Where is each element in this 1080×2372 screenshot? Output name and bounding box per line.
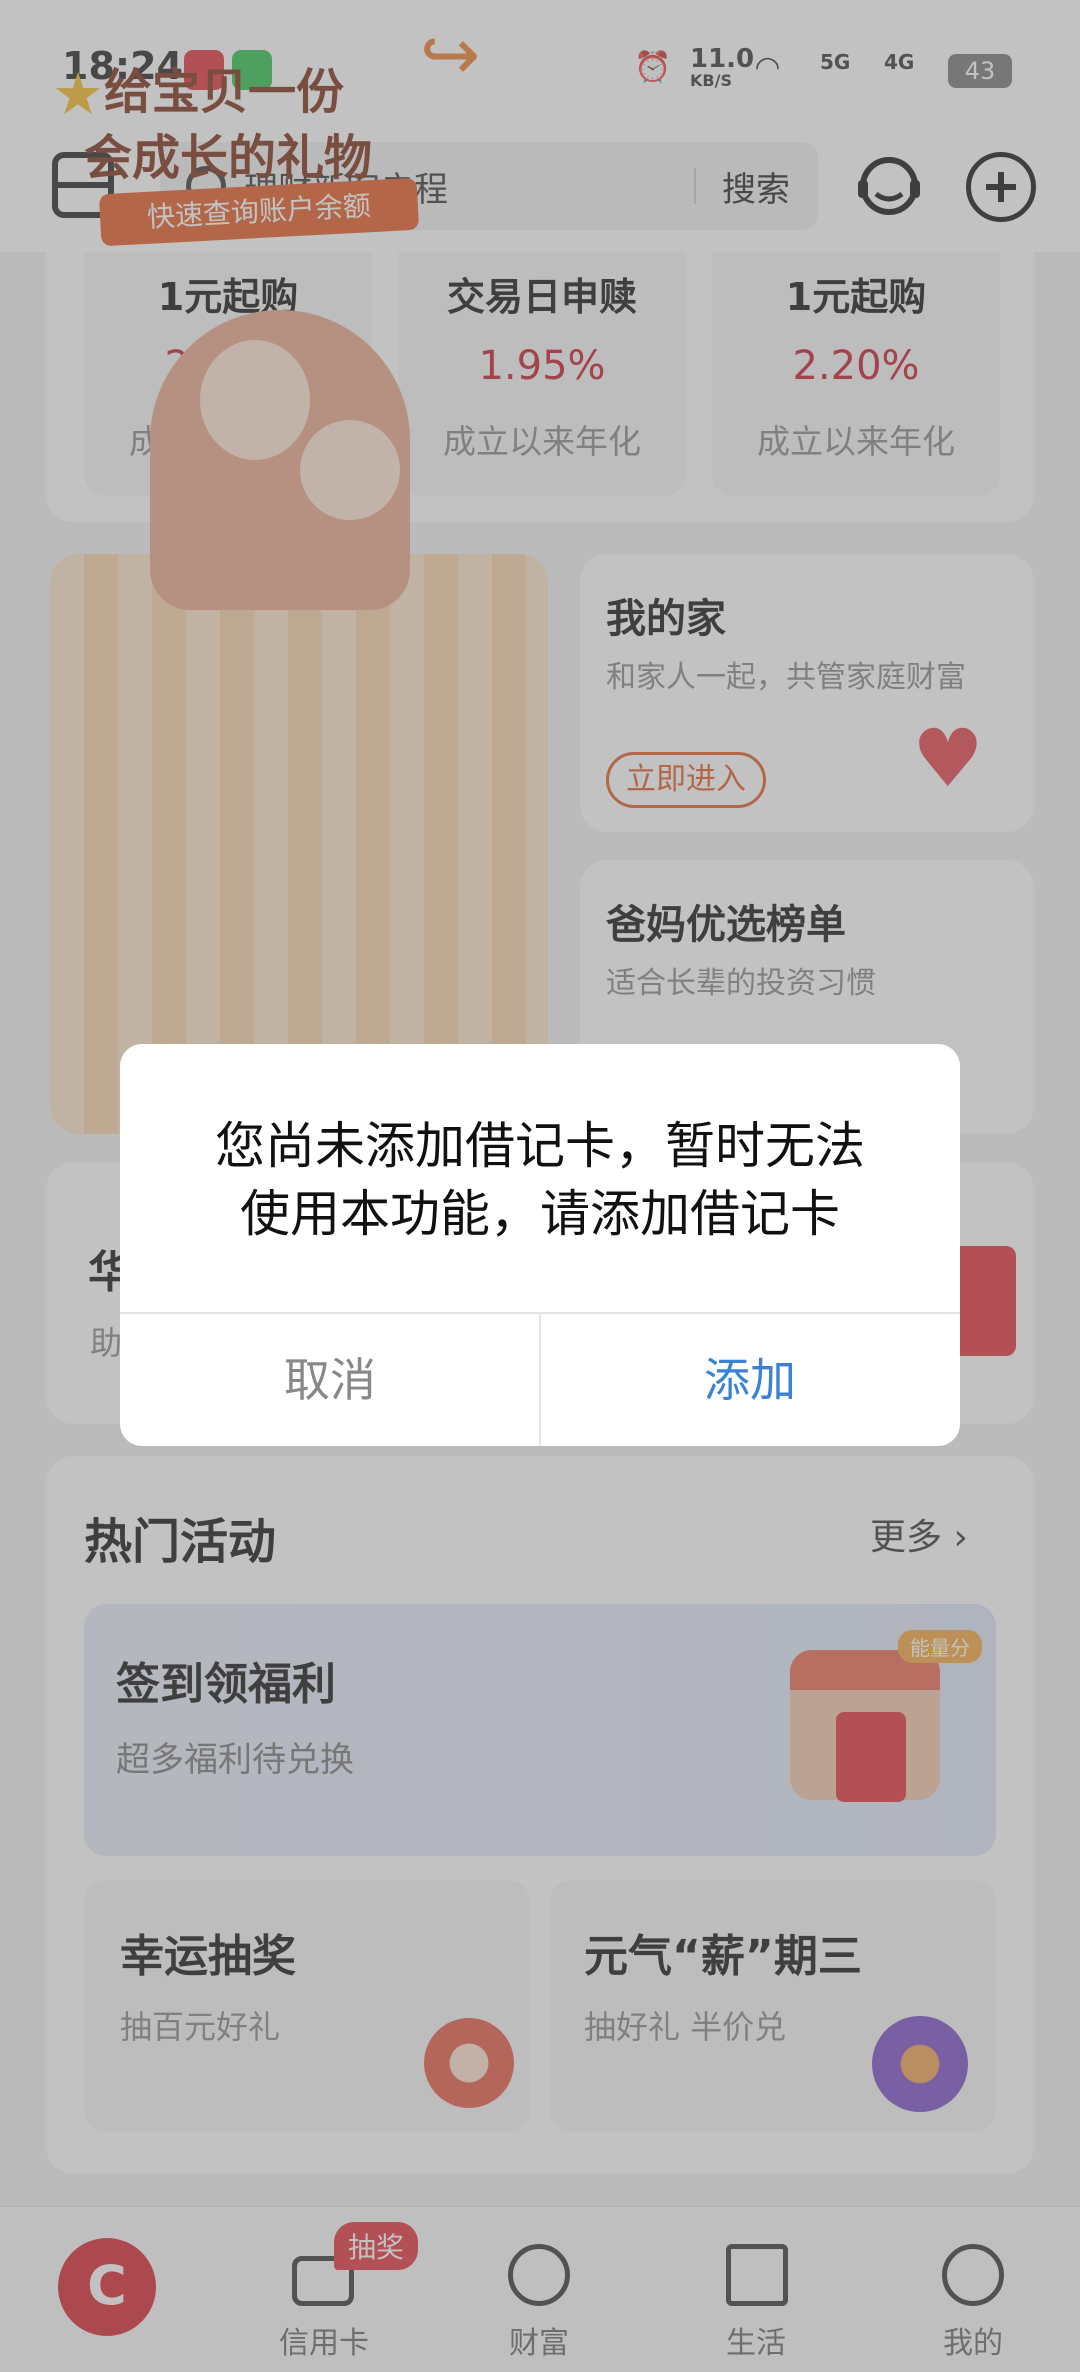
dialog-message: 您尚未添加借记卡，暂时无法 使用本功能，请添加借记卡 [160,1112,920,1248]
cancel-button[interactable]: 取消 [120,1314,540,1446]
add-button[interactable]: 添加 [540,1314,960,1446]
dialog-message-line-1: 您尚未添加借记卡，暂时无法 [215,1117,865,1175]
dialog-message-line-2: 使用本功能，请添加借记卡 [240,1185,840,1243]
